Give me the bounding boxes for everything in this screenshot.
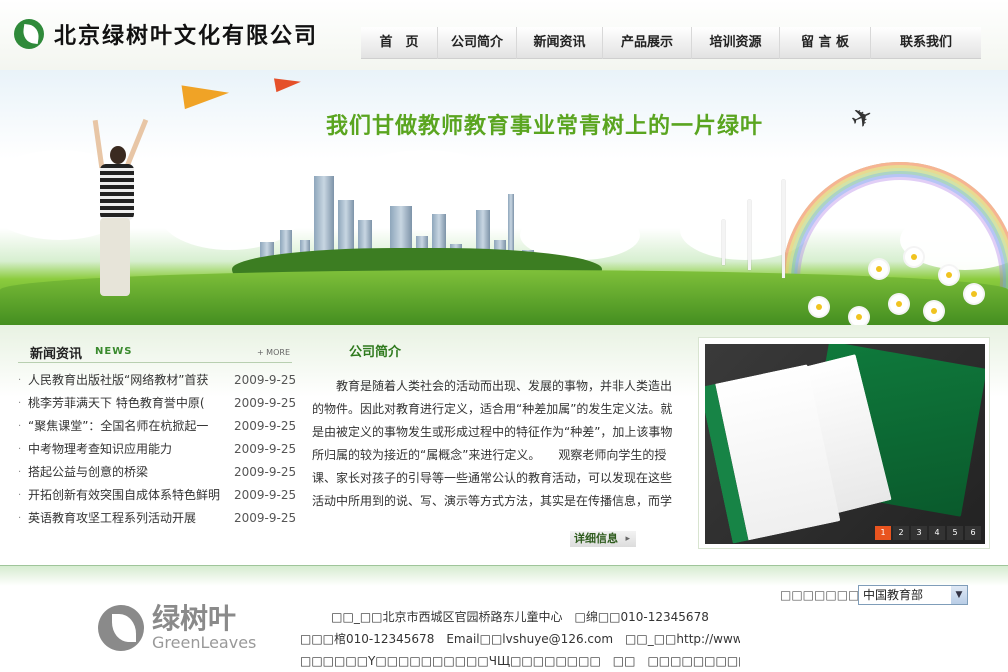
news-more-link[interactable]: + MORE [257, 348, 290, 357]
nav-news[interactable]: 新闻资讯 [516, 27, 602, 59]
airplane-icon: ✈ [846, 100, 879, 137]
news-item-date: 2009-9-25 [234, 373, 297, 387]
jumping-child-image [92, 118, 149, 308]
footer-logo-en: GreenLeaves [152, 633, 257, 652]
leaf-logo-icon [14, 19, 44, 49]
news-item[interactable]: · 人民教育出版社版“网络教材”首获 2009-9-25 [18, 369, 296, 392]
news-item-title[interactable]: 英语教育攻坚工程系列活动开展 [28, 507, 228, 530]
daisy-flower [905, 248, 923, 266]
nav-training[interactable]: 培训资源 [691, 27, 779, 59]
main-nav: 首 页 公司简介 新闻资讯 产品展示 培训资源 留 言 板 联系我们 [361, 27, 981, 59]
footer-copyright-line: □□□□□□Y□□□□□□□□□□ЧЩ□□□□□□□□ □□ □□□□□□□□□… [300, 654, 740, 668]
company-intro-panel: 公司简介 教育是随着人类社会的活动而出现、发展的事物，并非人类造出的物件。因此对… [312, 341, 682, 547]
news-item[interactable]: · “聚焦课堂”：全国名师在杭掀起一 2009-9-25 [18, 415, 296, 438]
news-title-en: NEWS [95, 346, 133, 357]
news-item-title[interactable]: 开拓创新有效突围自成体系特色鲜明 [28, 484, 228, 507]
daisy-flower [850, 308, 868, 325]
slide-page-button[interactable]: 1 [875, 526, 891, 540]
footer-logo-cn: 绿树叶 [152, 602, 237, 635]
news-item-date: 2009-9-25 [234, 465, 297, 479]
company-name: 北京绿树叶文化有限公司 [54, 23, 319, 49]
slide-pager: 1 2 3 4 5 6 [875, 526, 981, 540]
footer-contact-line: □□□棺010-12345678 Email□□lvshuye@126.com … [300, 632, 740, 646]
site-logo[interactable]: 北京绿树叶文化有限公司 [14, 18, 318, 50]
news-item[interactable]: · 英语教育攻坚工程系列活动开展 2009-9-25 [18, 507, 296, 530]
daisy-flower [925, 302, 943, 320]
news-item-date: 2009-9-25 [234, 488, 297, 502]
daisy-flower [810, 298, 828, 316]
bullet-icon: · [18, 467, 22, 478]
news-item-date: 2009-9-25 [234, 419, 297, 433]
news-item[interactable]: · 桃李芳菲满天下 特色教育誉中原( 2009-9-25 [18, 392, 296, 415]
news-header: 新闻资讯 NEWS + MORE [18, 341, 292, 363]
hero-banner: ✈ 我们甘做教师教育事业常青树上的一片绿叶 [0, 70, 1008, 325]
news-item-title[interactable]: 中考物理考查知识应用能力 [28, 438, 228, 461]
bullet-icon: · [18, 444, 22, 455]
daisy-flower [940, 266, 958, 284]
nav-products[interactable]: 产品展示 [602, 27, 691, 59]
bullet-icon: · [18, 398, 22, 409]
intro-title: 公司简介 [349, 345, 402, 360]
wind-turbine [782, 180, 785, 278]
site-footer: 绿树叶 GreenLeaves □□□□□□□□: 中国教育部 ▼ □□_□□北… [0, 565, 1008, 672]
product-showcase: 1 2 3 4 5 6 [698, 337, 990, 549]
links-select-value: 中国教育部 [863, 588, 924, 602]
paper-plane-icon [181, 78, 231, 110]
bullet-icon: · [18, 421, 22, 432]
news-item-title[interactable]: “聚焦课堂”：全国名师在杭掀起一 [28, 415, 228, 438]
nav-about[interactable]: 公司简介 [437, 27, 516, 59]
news-item[interactable]: · 搭起公益与创意的桥梁 2009-9-25 [18, 461, 296, 484]
leaf-logo-icon [98, 605, 144, 651]
daisy-flower [965, 285, 983, 303]
slide-page-button[interactable]: 2 [893, 526, 909, 540]
nav-contact[interactable]: 联系我们 [870, 27, 981, 59]
nav-home[interactable]: 首 页 [361, 27, 437, 59]
slide-page-button[interactable]: 4 [929, 526, 945, 540]
daisy-flower [890, 295, 908, 313]
news-item-title[interactable]: 桃李芳菲满天下 特色教育誉中原( [28, 392, 228, 415]
product-slide-image[interactable]: 1 2 3 4 5 6 [705, 344, 985, 544]
news-list: · 人民教育出版社版“网络教材”首获 2009-9-25 · 桃李芳菲满天下 特… [18, 369, 296, 530]
footer-logo: 绿树叶 GreenLeaves [98, 604, 256, 652]
news-item[interactable]: · 中考物理考查知识应用能力 2009-9-25 [18, 438, 296, 461]
news-item-date: 2009-9-25 [234, 396, 297, 410]
bullet-icon: · [18, 513, 22, 524]
wind-turbine [722, 220, 725, 265]
news-panel: 新闻资讯 NEWS + MORE · 人民教育出版社版“网络教材”首获 2009… [18, 341, 296, 530]
banner-slogan: 我们甘做教师教育事业常青树上的一片绿叶 [326, 114, 764, 139]
chevron-down-icon: ▼ [951, 586, 967, 604]
main-content: 新闻资讯 NEWS + MORE · 人民教育出版社版“网络教材”首获 2009… [0, 325, 1008, 565]
paper-plane-icon [273, 73, 303, 93]
site-header: 北京绿树叶文化有限公司 首 页 公司简介 新闻资讯 产品展示 培训资源 留 言 … [0, 0, 1008, 70]
news-item[interactable]: · 开拓创新有效突围自成体系特色鲜明 2009-9-25 [18, 484, 296, 507]
bullet-icon: · [18, 375, 22, 386]
news-title: 新闻资讯 [30, 347, 83, 362]
slide-page-button[interactable]: 3 [911, 526, 927, 540]
news-item-date: 2009-9-25 [234, 511, 297, 525]
nav-guestbook[interactable]: 留 言 板 [779, 27, 870, 59]
wind-turbine [748, 200, 751, 270]
bullet-icon: · [18, 490, 22, 501]
news-item-title[interactable]: 人民教育出版社版“网络教材”首获 [28, 369, 228, 392]
slide-page-button[interactable]: 5 [947, 526, 963, 540]
intro-more-button[interactable]: 详细信息 [570, 531, 636, 547]
footer-info: □□_□□北京市西城区官园桥路东儿童中心 □绵□□010-12345678 □□… [300, 606, 740, 672]
news-item-date: 2009-9-25 [234, 442, 297, 456]
intro-body: 教育是随着人类社会的活动而出现、发展的事物，并非人类造出的物件。因此对教育进行定… [312, 379, 673, 508]
footer-address-line: □□_□□北京市西城区官园桥路东儿童中心 □绵□□010-12345678 [331, 610, 709, 624]
links-select[interactable]: 中国教育部 ▼ [858, 585, 968, 605]
slide-page-button[interactable]: 6 [965, 526, 981, 540]
news-item-title[interactable]: 搭起公益与创意的桥梁 [28, 461, 228, 484]
daisy-flower [870, 260, 888, 278]
